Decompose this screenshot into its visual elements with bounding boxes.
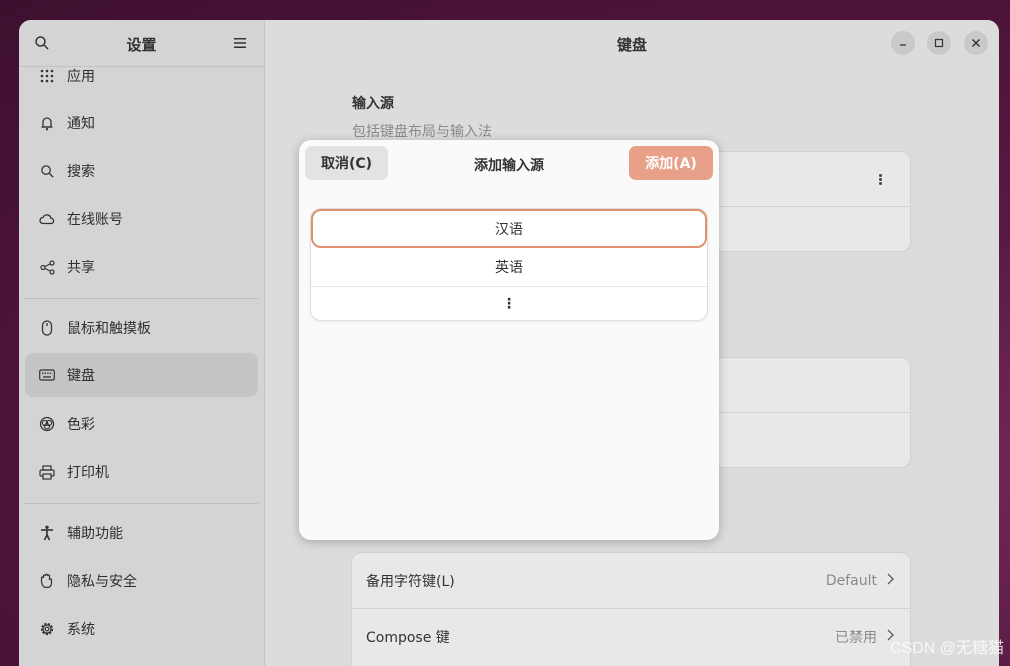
language-label: 英语 (495, 260, 523, 276)
sidebar-item-label: 打印机 (67, 465, 109, 481)
gear-icon (39, 621, 55, 637)
minimize-button[interactable] (891, 31, 915, 55)
mouse-icon (39, 320, 55, 336)
language-list: 汉语 英语 ⋮ (311, 209, 707, 320)
sidebar-divider (25, 298, 258, 299)
watermark: CSDN @无糖猫 (889, 640, 1004, 657)
add-input-source-dialog: 取消(C) 添加输入源 添加(A) 汉语 英语 ⋮ (299, 140, 719, 540)
sidebar-item-keyboard[interactable]: 键盘 (25, 353, 258, 397)
sidebar-item-sharing[interactable]: 共享 (25, 245, 258, 289)
input-sources-subtitle: 包括键盘布局与输入法 (352, 124, 492, 140)
sidebar-item-label: 系统 (67, 622, 95, 638)
sidebar-item-notifications[interactable]: 通知 (25, 101, 258, 145)
sidebar-title: 设置 (126, 36, 157, 54)
keyboard-icon (39, 367, 55, 383)
accessibility-icon (39, 525, 55, 541)
input-sources-title: 输入源 (352, 96, 394, 112)
row-value: 已禁用 (835, 629, 877, 646)
apps-grid-icon (39, 68, 55, 84)
close-button[interactable] (964, 31, 988, 55)
close-icon (972, 39, 980, 47)
more-languages-button[interactable]: ⋮ (311, 287, 707, 320)
sidebar-divider (25, 503, 258, 504)
language-label: 汉语 (495, 221, 523, 238)
sidebar-item-label: 鼠标和触摸板 (67, 321, 151, 337)
sidebar-item-label: 通知 (67, 116, 95, 132)
printer-icon (39, 464, 55, 480)
sidebar-item-privacy[interactable]: 隐私与安全 (25, 559, 258, 603)
compose-key-row[interactable]: Compose 键 已禁用 (352, 609, 910, 664)
search-icon (39, 163, 55, 179)
sidebar-item-printers[interactable]: 打印机 (25, 450, 258, 494)
sidebar-item-color[interactable]: 色彩 (25, 402, 258, 446)
menu-icon[interactable] (229, 32, 251, 54)
language-item-chinese[interactable]: 汉语 (311, 209, 707, 248)
add-button[interactable]: 添加(A) (629, 146, 713, 180)
sidebar-item-label: 辅助功能 (67, 526, 123, 542)
more-options-icon[interactable] (879, 173, 883, 186)
sidebar-item-apps[interactable]: 应用 (25, 54, 258, 98)
special-keys-card: 备用字符键(L) Default Compose 键 已禁用 (351, 552, 911, 666)
bell-icon (39, 115, 55, 131)
sidebar-item-label: 搜索 (67, 164, 95, 180)
share-icon (39, 259, 55, 275)
chevron-right-icon (887, 573, 894, 589)
sidebar-item-label: 应用 (67, 69, 95, 85)
sidebar-item-mouse[interactable]: 鼠标和触摸板 (25, 306, 258, 350)
sidebar-item-label: 共享 (67, 260, 95, 276)
more-options-icon: ⋮ (502, 295, 516, 312)
sidebar-item-search[interactable]: 搜索 (25, 149, 258, 193)
page-title: 键盘 (616, 36, 647, 54)
sidebar-item-label: 色彩 (67, 417, 95, 433)
sidebar-item-system[interactable]: 系统 (25, 607, 258, 651)
language-item-english[interactable]: 英语 (311, 248, 707, 287)
hand-icon (39, 573, 55, 589)
sidebar-item-accessibility[interactable]: 辅助功能 (25, 511, 258, 555)
sidebar-item-online-accounts[interactable]: 在线账号 (25, 197, 258, 241)
cloud-icon (39, 211, 55, 227)
sidebar-item-label: 在线账号 (67, 212, 123, 228)
row-label: Compose 键 (366, 629, 450, 646)
sidebar: 设置 应用 通知 搜索 在线账号 共享 鼠标和触摸板 键盘 色彩 打印机 辅助功… (19, 20, 265, 666)
sidebar-item-label: 隐私与安全 (67, 574, 137, 590)
maximize-button[interactable] (927, 31, 951, 55)
row-label: 备用字符键(L) (366, 573, 455, 590)
sidebar-item-label: 键盘 (67, 368, 95, 384)
alternate-characters-key-row[interactable]: 备用字符键(L) Default (352, 553, 910, 608)
color-icon (39, 416, 55, 432)
row-value: Default (825, 572, 877, 589)
